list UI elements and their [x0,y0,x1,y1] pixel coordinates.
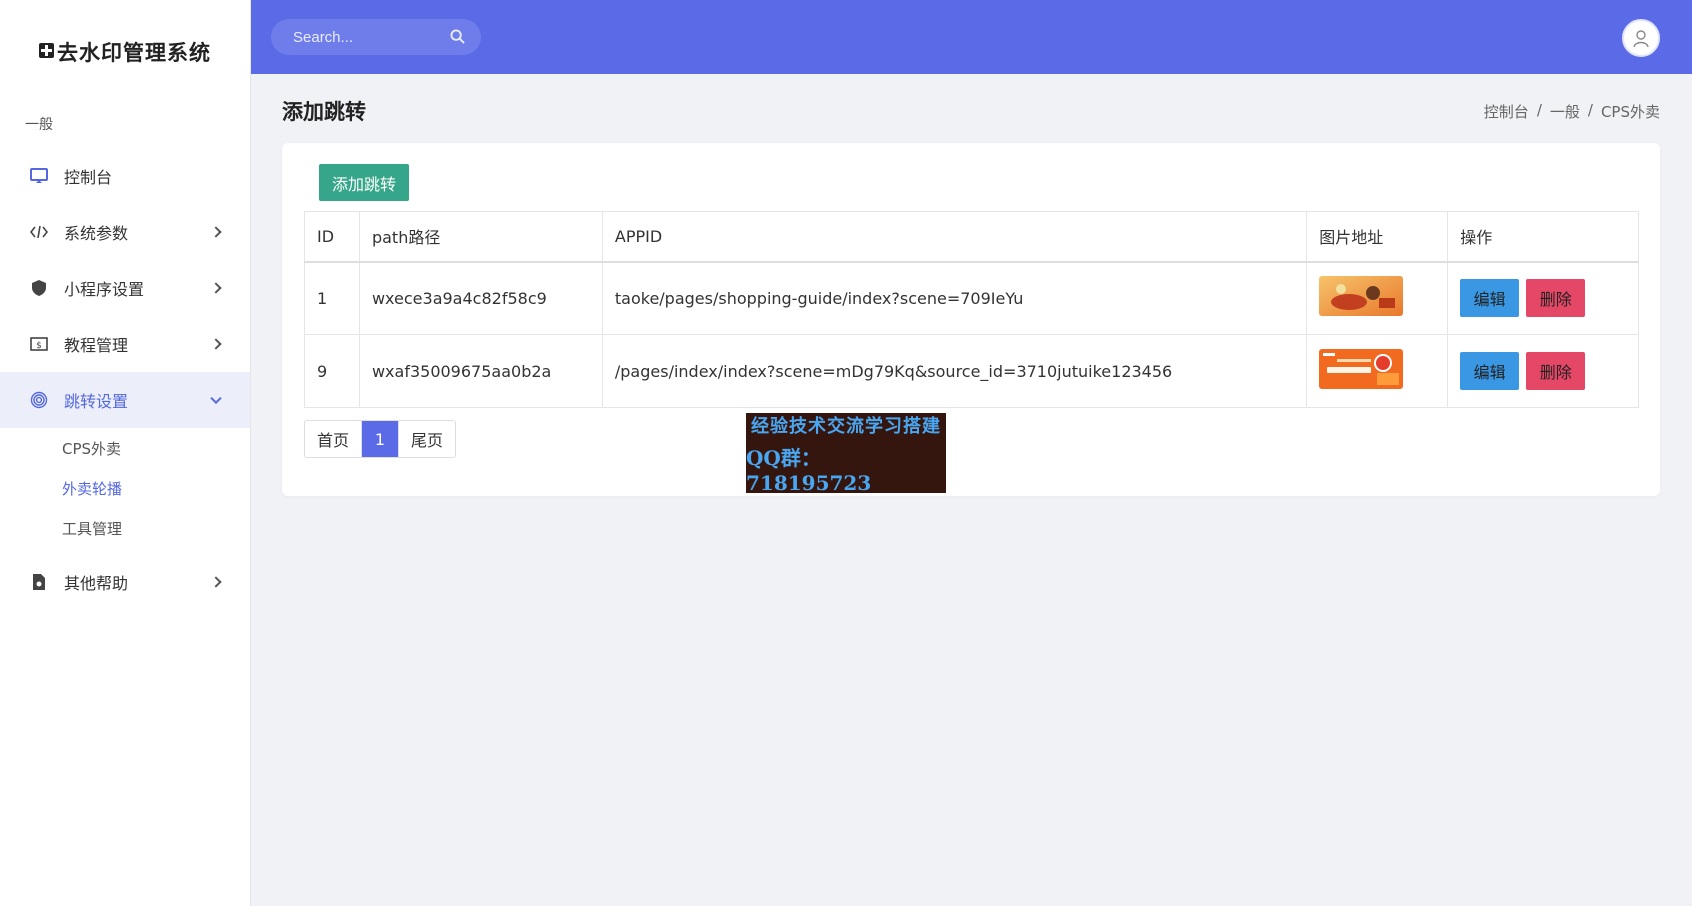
breadcrumb: 控制台 / 一般 / CPS外卖 [1484,101,1660,122]
brand[interactable]: 去水印管理系统 [0,0,250,104]
redirect-table: ID path路径 APPID 图片地址 操作 1 wxece3a9a4c82f… [304,211,1639,408]
cell-appid: /pages/index/index?scene=mDg79Kq&source_… [601,334,1308,408]
search-box [271,19,481,55]
breadcrumb-item[interactable]: 一般 [1550,101,1580,122]
cell-path: wxaf35009675aa0b2a [358,334,603,408]
cell-id: 1 [304,261,360,335]
chevron-down-icon [210,392,222,405]
column-header: APPID [601,211,1308,263]
sidebar-item-dashboard[interactable]: 控制台 [0,148,250,204]
code-icon [28,223,50,241]
table-row: 1 wxece3a9a4c82f58c9 taoke/pages/shoppin… [304,261,1639,335]
delete-button[interactable]: 删除 [1526,279,1586,318]
cell-path: wxece3a9a4c82f58c9 [358,261,603,335]
brand-title: 去水印管理系统 [57,41,211,65]
shield-icon [28,279,50,297]
table-row: 9 wxaf35009675aa0b2a /pages/index/index?… [304,334,1639,408]
delete-button[interactable]: 删除 [1526,352,1586,390]
watermark-line1: 经验技术交流学习搭建 [751,415,941,437]
section-label: 一般 [25,117,53,133]
column-header: 操作 [1447,211,1639,263]
breadcrumb-separator: / [1587,100,1593,119]
sidebar-item-help[interactable]: 其他帮助 [0,554,250,610]
pagination-current-page[interactable]: 1 [362,421,400,457]
search-input[interactable] [293,28,443,46]
column-header: 图片地址 [1306,211,1449,263]
sidebar-item-miniprogram[interactable]: 小程序设置 [0,260,250,316]
pagination-last[interactable]: 尾页 [399,421,455,457]
chevron-right-icon [210,338,222,350]
sidebar-item-label: 控制台 [64,168,113,187]
breadcrumb-item[interactable]: 控制台 [1484,101,1529,122]
sidebar-item-label: 系统参数 [64,224,129,243]
breadcrumb-item-current: CPS外卖 [1600,102,1660,121]
chevron-right-icon [210,282,222,294]
table-header-row: ID path路径 APPID 图片地址 操作 [304,211,1639,263]
watermark-banner: 经验技术交流学习搭建 QQ群：718195723 [746,413,946,495]
money-icon: $ [28,335,50,353]
sidebar-item-tutorials[interactable]: $ 教程管理 [0,316,250,372]
sidebar-item-label: 其他帮助 [64,574,129,593]
thumbnail-image[interactable] [1319,349,1404,389]
cell-image [1306,261,1449,335]
user-avatar-icon [1633,30,1649,48]
column-header: ID [304,211,360,263]
page-header: 添加跳转 控制台 / 一般 / CPS外卖 [282,94,1660,128]
add-redirect-button[interactable]: 添加跳转 [319,164,409,201]
monitor-icon [28,167,50,185]
page-title: 添加跳转 [282,101,366,124]
sidebar-subitem-cps[interactable]: CPS外卖 [0,428,250,468]
chevron-right-icon [210,576,222,588]
avatar[interactable] [1622,19,1660,57]
sidebar: 去水印管理系统 一般 控制台 系统参数 小程序设置 $ 教程管理 跳转设置 CP… [0,0,251,906]
pagination: 首页 1 尾页 [304,420,457,458]
content-card: 添加跳转 ID path路径 APPID 图片地址 操作 1 wxece3a9a… [282,143,1660,496]
sidebar-item-label: 教程管理 [64,336,129,355]
column-header: path路径 [358,211,603,263]
search-icon[interactable] [450,29,465,44]
chevron-right-icon [210,226,222,238]
edit-button[interactable]: 编辑 [1460,279,1520,318]
sidebar-subitem-carousel[interactable]: 外卖轮播 [0,468,250,508]
cell-actions: 编辑 删除 [1447,334,1639,408]
watermark-line2: QQ群：718195723 [746,445,872,495]
cell-appid: taoke/pages/shopping-guide/index?scene=7… [601,261,1308,335]
file-icon [28,573,50,591]
edit-button[interactable]: 编辑 [1460,352,1520,390]
plus-square-icon [39,42,54,58]
svg-text:$: $ [36,341,42,351]
sidebar-item-redirect-settings[interactable]: 跳转设置 [0,372,250,428]
sidebar-subitem-tools[interactable]: 工具管理 [0,508,250,548]
sidebar-item-label: 小程序设置 [64,280,145,299]
breadcrumb-separator: / [1536,100,1542,119]
sidebar-item-system-params[interactable]: 系统参数 [0,204,250,260]
top-bar [251,0,1692,74]
cell-actions: 编辑 删除 [1447,261,1639,335]
thumbnail-image[interactable] [1319,276,1404,317]
sidebar-item-label: 跳转设置 [64,392,129,411]
fingerprint-icon [28,391,50,409]
cell-id: 9 [304,334,360,408]
pagination-first[interactable]: 首页 [305,421,363,457]
cell-image [1306,334,1449,408]
